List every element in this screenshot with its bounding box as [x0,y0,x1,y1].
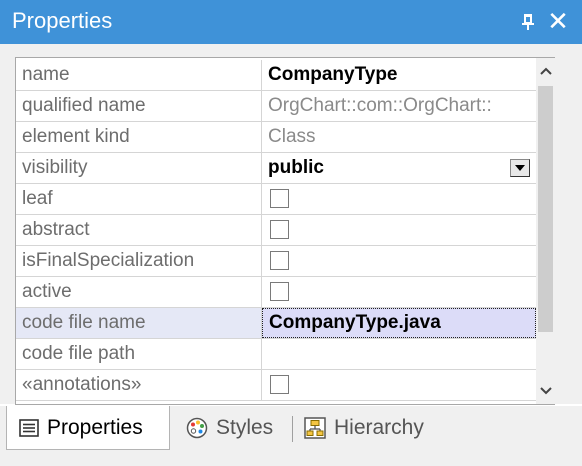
property-name: name [16,60,262,90]
property-row[interactable]: name CompanyType [16,60,536,91]
scroll-up-icon[interactable] [536,58,555,84]
property-row[interactable]: element kind Class [16,122,536,153]
tab-properties-label: Properties [47,415,143,439]
property-value-text: OrgChart::com::OrgChart:: [268,95,492,116]
tab-hierarchy[interactable]: Hierarchy [304,406,424,450]
property-row[interactable]: abstract [16,215,536,246]
property-value[interactable] [262,370,536,400]
properties-icon [19,418,39,437]
property-value[interactable] [262,246,536,276]
property-name: active [16,277,262,307]
tab-styles[interactable]: Styles [186,406,273,450]
property-row[interactable]: code file name CompanyType.java [16,308,536,339]
property-value-text: Class [268,126,316,147]
property-value[interactable] [262,215,536,245]
vertical-scrollbar[interactable] [536,58,555,404]
property-name: element kind [16,122,262,152]
property-row[interactable]: «annotations» [16,370,536,401]
property-value[interactable] [262,277,536,307]
property-value[interactable] [262,339,536,369]
title-bar: Properties ✕ [0,0,582,44]
property-checkbox[interactable] [270,251,289,270]
property-name: isFinalSpecialization [16,246,262,276]
property-name: leaf [16,184,262,214]
property-value-text: public [268,157,324,178]
property-name: abstract [16,215,262,245]
property-name: «annotations» [16,370,262,400]
property-row[interactable]: visibility public [16,153,536,184]
window-title: Properties [12,8,113,33]
scroll-down-icon[interactable] [536,378,555,404]
property-row[interactable]: active [16,277,536,308]
property-value[interactable]: CompanyType [262,60,536,90]
hierarchy-icon [304,417,326,439]
property-value[interactable]: CompanyType.java [262,308,536,338]
property-checkbox[interactable] [270,282,289,301]
property-value: Class [262,122,536,152]
tab-separator [292,416,293,442]
pin-icon[interactable] [518,10,538,34]
tab-hierarchy-label: Hierarchy [334,416,424,439]
scrollbar-thumb[interactable] [538,86,553,332]
tab-properties[interactable]: Properties [6,406,170,450]
tab-bar: Properties Styles Hierarchy [0,406,582,466]
property-value[interactable]: public [262,153,536,183]
property-name: code file path [16,339,262,369]
property-value: OrgChart::com::OrgChart:: [262,91,536,121]
property-row[interactable]: qualified name OrgChart::com::OrgChart:: [16,91,536,122]
property-checkbox[interactable] [270,220,289,239]
property-grid: name CompanyTypequalified name OrgChart::c… [15,57,555,405]
property-checkbox[interactable] [270,189,289,208]
property-name: visibility [16,153,262,183]
property-row[interactable]: leaf [16,184,536,215]
property-row[interactable]: isFinalSpecialization [16,246,536,277]
property-name: code file name [16,308,262,338]
close-icon[interactable]: ✕ [544,6,572,36]
chevron-down-icon[interactable] [510,159,530,177]
palette-icon [186,417,208,439]
property-name: qualified name [16,91,262,121]
property-row[interactable]: code file path [16,339,536,370]
tab-styles-label: Styles [216,416,274,439]
property-value-text: CompanyType [268,64,398,85]
property-value[interactable] [262,184,536,214]
property-value-text: CompanyType.java [269,312,441,333]
property-checkbox[interactable] [270,375,289,394]
